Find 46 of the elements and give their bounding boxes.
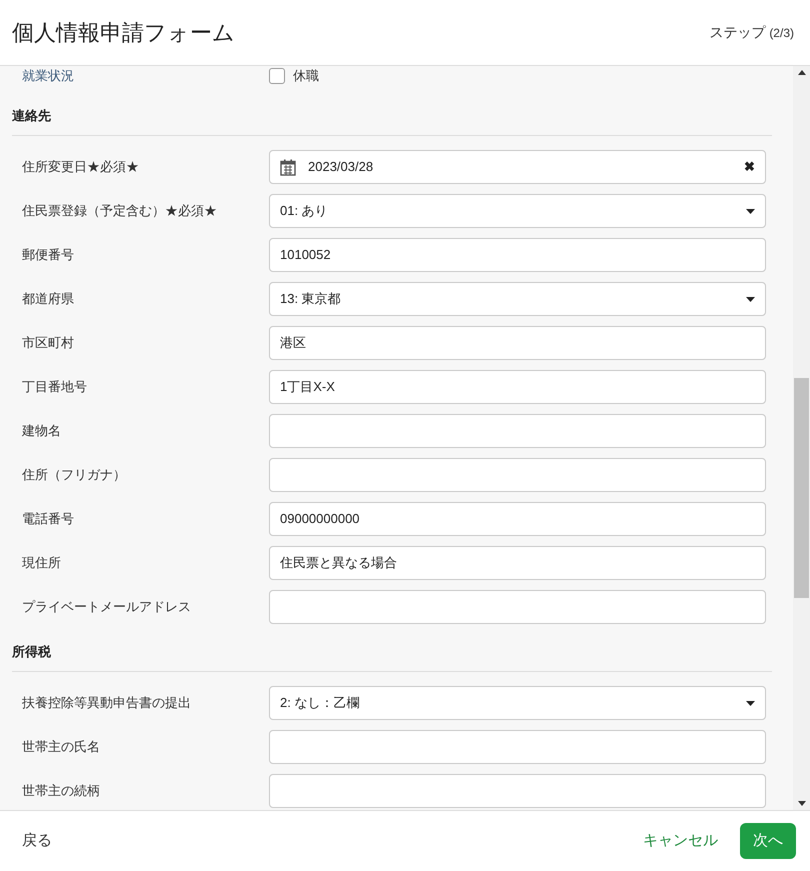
field-label: 丁目番地号 [22,378,88,396]
back-link[interactable]: 戻る [22,830,52,852]
field-label: 世帯主の氏名 [22,738,101,756]
dropdown-caret-icon [746,208,755,214]
cancel-link[interactable]: キャンセル [643,830,718,852]
scroll-down-icon[interactable] [798,801,806,806]
field-label: 現住所 [22,554,62,572]
scrollbar-thumb[interactable] [794,378,809,598]
field-label: 就業状況 [22,67,75,86]
input-field[interactable] [269,590,766,624]
field-label: 住所変更日★必須★ [22,158,140,176]
dropdown-caret-icon [746,296,755,302]
step-indicator: ステップ (2/3) [709,23,794,42]
field-label: 都道府県 [22,290,75,308]
date-field[interactable]: 2023/03/28 ✖ [269,150,766,184]
input-field[interactable] [269,730,766,764]
field-label: 市区町村 [22,334,75,352]
input-field[interactable]: 09000000000 [269,502,766,536]
field-label: 世帯主の続柄 [22,782,101,800]
input-field[interactable] [269,774,766,808]
checkbox[interactable] [269,68,285,84]
select-field[interactable]: 2: なし：乙欄 [269,686,766,720]
field-label: 扶養控除等異動申告書の提出 [22,694,192,712]
clear-icon[interactable]: ✖ [744,157,755,177]
scroll-up-icon[interactable] [798,70,806,75]
checkbox-label: 休職 [293,67,319,86]
field-label: 電話番号 [22,510,75,528]
select-field[interactable]: 13: 東京都 [269,282,766,316]
dropdown-caret-icon [746,700,755,706]
input-field[interactable] [269,458,766,492]
select-field[interactable]: 01: あり [269,194,766,228]
input-field[interactable] [269,414,766,448]
input-field[interactable]: 住民票と異なる場合 [269,546,766,580]
calendar-icon [280,158,296,176]
field-label: 郵便番号 [22,246,75,264]
section-heading: 連絡先 [12,108,51,123]
field-label: 住民票登録（予定含む）★必須★ [22,202,218,220]
input-field[interactable]: 港区 [269,326,766,360]
field-label: 建物名 [22,422,62,440]
field-label: プライベートメールアドレス [22,598,192,616]
form-title: 個人情報申請フォーム [12,19,235,47]
input-field[interactable]: 1010052 [269,238,766,272]
field-label: 住所（フリガナ） [22,466,127,484]
scrollbar[interactable] [793,66,810,810]
section-heading: 所得税 [12,644,51,659]
input-field[interactable]: 1丁目X-X [269,370,766,404]
